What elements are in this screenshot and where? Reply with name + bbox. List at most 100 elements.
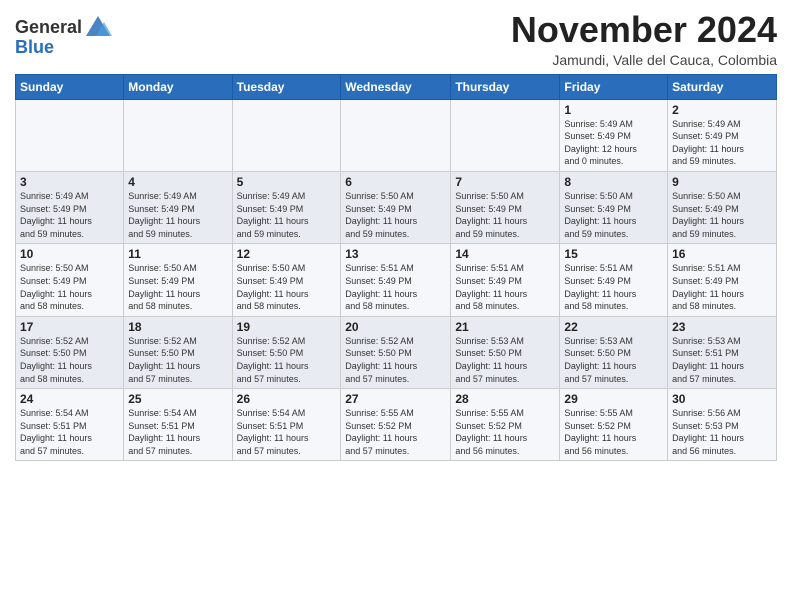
title-block: November 2024 Jamundi, Valle del Cauca, … <box>511 10 777 68</box>
day-info: Sunrise: 5:50 AM Sunset: 5:49 PM Dayligh… <box>237 262 337 312</box>
day-header-tuesday: Tuesday <box>232 74 341 99</box>
calendar-cell: 8Sunrise: 5:50 AM Sunset: 5:49 PM Daylig… <box>560 171 668 243</box>
day-number: 26 <box>237 392 337 406</box>
day-info: Sunrise: 5:49 AM Sunset: 5:49 PM Dayligh… <box>564 118 663 168</box>
day-number: 13 <box>345 247 446 261</box>
page: General Blue November 2024 Jamundi, Vall… <box>0 0 792 612</box>
day-info: Sunrise: 5:49 AM Sunset: 5:49 PM Dayligh… <box>237 190 337 240</box>
calendar-cell: 27Sunrise: 5:55 AM Sunset: 5:52 PM Dayli… <box>341 389 451 461</box>
day-number: 11 <box>128 247 227 261</box>
calendar-cell: 23Sunrise: 5:53 AM Sunset: 5:51 PM Dayli… <box>668 316 777 388</box>
day-info: Sunrise: 5:51 AM Sunset: 5:49 PM Dayligh… <box>455 262 555 312</box>
day-info: Sunrise: 5:49 AM Sunset: 5:49 PM Dayligh… <box>672 118 772 168</box>
calendar-cell: 9Sunrise: 5:50 AM Sunset: 5:49 PM Daylig… <box>668 171 777 243</box>
day-number: 23 <box>672 320 772 334</box>
day-info: Sunrise: 5:51 AM Sunset: 5:49 PM Dayligh… <box>564 262 663 312</box>
logo: General Blue <box>15 14 112 58</box>
day-number: 30 <box>672 392 772 406</box>
calendar-cell <box>124 99 232 171</box>
day-info: Sunrise: 5:49 AM Sunset: 5:49 PM Dayligh… <box>128 190 227 240</box>
calendar-cell: 30Sunrise: 5:56 AM Sunset: 5:53 PM Dayli… <box>668 389 777 461</box>
day-number: 28 <box>455 392 555 406</box>
day-info: Sunrise: 5:53 AM Sunset: 5:50 PM Dayligh… <box>564 335 663 385</box>
day-info: Sunrise: 5:54 AM Sunset: 5:51 PM Dayligh… <box>20 407 119 457</box>
day-info: Sunrise: 5:53 AM Sunset: 5:50 PM Dayligh… <box>455 335 555 385</box>
calendar-cell: 19Sunrise: 5:52 AM Sunset: 5:50 PM Dayli… <box>232 316 341 388</box>
location-title: Jamundi, Valle del Cauca, Colombia <box>511 52 777 68</box>
day-info: Sunrise: 5:52 AM Sunset: 5:50 PM Dayligh… <box>345 335 446 385</box>
day-info: Sunrise: 5:52 AM Sunset: 5:50 PM Dayligh… <box>128 335 227 385</box>
day-info: Sunrise: 5:56 AM Sunset: 5:53 PM Dayligh… <box>672 407 772 457</box>
calendar-cell: 28Sunrise: 5:55 AM Sunset: 5:52 PM Dayli… <box>451 389 560 461</box>
day-info: Sunrise: 5:50 AM Sunset: 5:49 PM Dayligh… <box>672 190 772 240</box>
week-row-1: 1Sunrise: 5:49 AM Sunset: 5:49 PM Daylig… <box>16 99 777 171</box>
calendar-cell <box>451 99 560 171</box>
calendar-cell: 14Sunrise: 5:51 AM Sunset: 5:49 PM Dayli… <box>451 244 560 316</box>
calendar-cell: 6Sunrise: 5:50 AM Sunset: 5:49 PM Daylig… <box>341 171 451 243</box>
calendar-cell <box>232 99 341 171</box>
day-info: Sunrise: 5:55 AM Sunset: 5:52 PM Dayligh… <box>455 407 555 457</box>
week-row-2: 3Sunrise: 5:49 AM Sunset: 5:49 PM Daylig… <box>16 171 777 243</box>
calendar-cell: 10Sunrise: 5:50 AM Sunset: 5:49 PM Dayli… <box>16 244 124 316</box>
week-row-3: 10Sunrise: 5:50 AM Sunset: 5:49 PM Dayli… <box>16 244 777 316</box>
day-info: Sunrise: 5:49 AM Sunset: 5:49 PM Dayligh… <box>20 190 119 240</box>
day-number: 6 <box>345 175 446 189</box>
calendar-cell: 26Sunrise: 5:54 AM Sunset: 5:51 PM Dayli… <box>232 389 341 461</box>
logo-general: General <box>15 18 82 38</box>
day-number: 15 <box>564 247 663 261</box>
calendar-cell: 18Sunrise: 5:52 AM Sunset: 5:50 PM Dayli… <box>124 316 232 388</box>
day-number: 17 <box>20 320 119 334</box>
day-header-monday: Monday <box>124 74 232 99</box>
day-number: 12 <box>237 247 337 261</box>
day-info: Sunrise: 5:50 AM Sunset: 5:49 PM Dayligh… <box>20 262 119 312</box>
day-header-thursday: Thursday <box>451 74 560 99</box>
day-info: Sunrise: 5:53 AM Sunset: 5:51 PM Dayligh… <box>672 335 772 385</box>
day-number: 4 <box>128 175 227 189</box>
calendar-cell: 20Sunrise: 5:52 AM Sunset: 5:50 PM Dayli… <box>341 316 451 388</box>
day-number: 9 <box>672 175 772 189</box>
day-number: 19 <box>237 320 337 334</box>
day-number: 3 <box>20 175 119 189</box>
calendar-cell: 12Sunrise: 5:50 AM Sunset: 5:49 PM Dayli… <box>232 244 341 316</box>
day-number: 29 <box>564 392 663 406</box>
calendar-cell: 11Sunrise: 5:50 AM Sunset: 5:49 PM Dayli… <box>124 244 232 316</box>
day-number: 10 <box>20 247 119 261</box>
day-number: 20 <box>345 320 446 334</box>
calendar-cell <box>341 99 451 171</box>
day-number: 24 <box>20 392 119 406</box>
calendar-cell: 25Sunrise: 5:54 AM Sunset: 5:51 PM Dayli… <box>124 389 232 461</box>
day-info: Sunrise: 5:51 AM Sunset: 5:49 PM Dayligh… <box>672 262 772 312</box>
calendar-cell: 7Sunrise: 5:50 AM Sunset: 5:49 PM Daylig… <box>451 171 560 243</box>
calendar-cell: 15Sunrise: 5:51 AM Sunset: 5:49 PM Dayli… <box>560 244 668 316</box>
day-info: Sunrise: 5:50 AM Sunset: 5:49 PM Dayligh… <box>455 190 555 240</box>
calendar-cell: 3Sunrise: 5:49 AM Sunset: 5:49 PM Daylig… <box>16 171 124 243</box>
calendar-cell: 13Sunrise: 5:51 AM Sunset: 5:49 PM Dayli… <box>341 244 451 316</box>
calendar-cell: 4Sunrise: 5:49 AM Sunset: 5:49 PM Daylig… <box>124 171 232 243</box>
day-number: 14 <box>455 247 555 261</box>
day-info: Sunrise: 5:54 AM Sunset: 5:51 PM Dayligh… <box>128 407 227 457</box>
logo-blue: Blue <box>15 37 54 57</box>
day-number: 1 <box>564 103 663 117</box>
day-header-saturday: Saturday <box>668 74 777 99</box>
calendar-cell: 1Sunrise: 5:49 AM Sunset: 5:49 PM Daylig… <box>560 99 668 171</box>
day-number: 16 <box>672 247 772 261</box>
week-row-4: 17 Sunrise: 5:52 AM Sunset: 5:50 PM Dayli… <box>16 316 777 388</box>
logo-icon <box>84 14 112 42</box>
day-number: 22 <box>564 320 663 334</box>
day-info: Sunrise: 5:54 AM Sunset: 5:51 PM Dayligh… <box>237 407 337 457</box>
day-info: Sunrise: 5:52 AM Sunset: 5:50 PM Dayligh… <box>237 335 337 385</box>
day-info: Sunrise: 5:50 AM Sunset: 5:49 PM Dayligh… <box>564 190 663 240</box>
calendar-cell: 5Sunrise: 5:49 AM Sunset: 5:49 PM Daylig… <box>232 171 341 243</box>
calendar-cell: 17Sunrise: 5:52 AM Sunset: 5:50 PM Dayli… <box>16 316 124 388</box>
day-number: 5 <box>237 175 337 189</box>
calendar-cell <box>16 99 124 171</box>
header: General Blue November 2024 Jamundi, Vall… <box>15 10 777 68</box>
day-info: Sunrise: 5:50 AM Sunset: 5:49 PM Dayligh… <box>128 262 227 312</box>
day-info: Sunrise: 5:51 AM Sunset: 5:49 PM Dayligh… <box>345 262 446 312</box>
day-number: 27 <box>345 392 446 406</box>
day-number: 2 <box>672 103 772 117</box>
calendar-cell: 24Sunrise: 5:54 AM Sunset: 5:51 PM Dayli… <box>16 389 124 461</box>
day-header-wednesday: Wednesday <box>341 74 451 99</box>
day-number: 7 <box>455 175 555 189</box>
day-header-friday: Friday <box>560 74 668 99</box>
